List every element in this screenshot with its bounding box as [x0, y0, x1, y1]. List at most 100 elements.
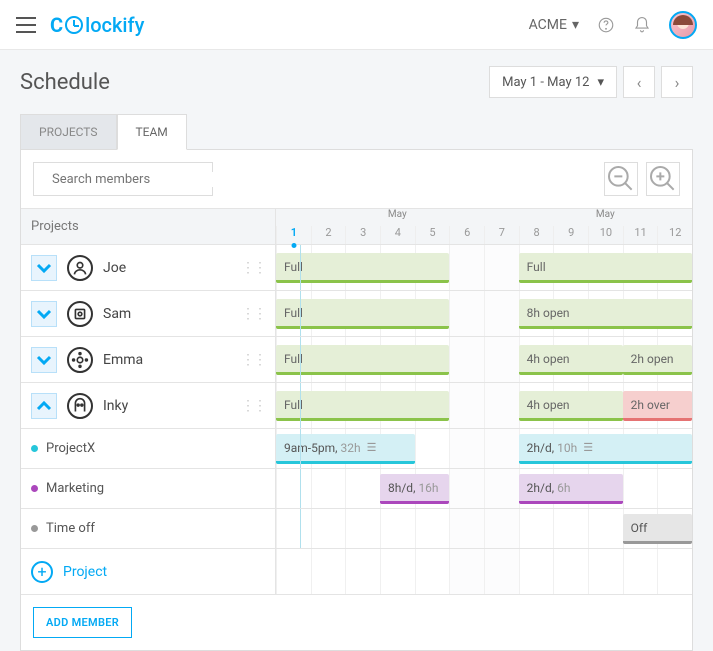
bar-label: 9am-5pm,	[284, 441, 337, 455]
page-header: Schedule May 1 - May 12 ▾ ‹ ›	[0, 50, 713, 114]
timeline[interactable]: 9am-5pm, 32h☰ 2h/d, 10h ☰	[276, 429, 692, 468]
member-icon	[67, 301, 93, 327]
logo-c: C	[50, 13, 63, 37]
topbar: Clockify ACME ▾	[0, 0, 713, 50]
today-line	[300, 383, 301, 428]
member-name: Sam	[103, 306, 131, 322]
today-line	[300, 291, 301, 336]
timeline[interactable]: Off	[276, 509, 692, 548]
today-line	[300, 469, 301, 508]
date-range-picker[interactable]: May 1 - May 12 ▾	[489, 66, 617, 98]
tab-team[interactable]: TEAM	[117, 114, 187, 150]
bar-label: 8h open	[527, 306, 570, 320]
project-name: Time off	[46, 521, 95, 536]
schedule-bar[interactable]: 2h over	[623, 391, 692, 421]
schedule-bar[interactable]: Full	[276, 345, 449, 375]
collapse-button[interactable]	[31, 393, 57, 419]
project-name: ProjectX	[46, 441, 95, 456]
drag-handle[interactable]: ⋮⋮	[241, 398, 265, 414]
member-icon	[67, 255, 93, 281]
expand-button[interactable]	[31, 301, 57, 327]
bar-label: 4h open	[527, 352, 570, 366]
bar-label: 2h open	[631, 352, 674, 366]
today-line	[300, 509, 301, 548]
schedule-bar[interactable]: 8h open	[519, 299, 692, 329]
member-side: Sam ⋮⋮	[21, 291, 276, 336]
timeline[interactable]: 8h/d, 16h 2h/d, 6h	[276, 469, 692, 508]
schedule-bar[interactable]: 2h/d, 10h ☰	[519, 434, 692, 464]
today-line	[300, 337, 301, 382]
schedule-bar[interactable]: 2h/d, 6h	[519, 474, 623, 504]
day-header: 1	[276, 226, 311, 244]
project-row: Marketing 8h/d, 16h 2h/d, 6h	[21, 469, 692, 509]
member-name: Joe	[103, 260, 126, 276]
schedule-bar[interactable]: Full	[519, 253, 692, 283]
add-project-button[interactable]: + Project	[21, 549, 276, 594]
timeline[interactable]: Full 4h open 2h open	[276, 337, 692, 382]
date-controls: May 1 - May 12 ▾ ‹ ›	[489, 66, 693, 98]
next-button[interactable]: ›	[661, 66, 693, 98]
member-row: Emma⋮⋮Full 4h open 2h open	[21, 337, 692, 383]
zoom-controls	[604, 162, 680, 196]
timeline[interactable]: Full 8h open	[276, 291, 692, 336]
avatar[interactable]	[669, 11, 697, 39]
prev-button[interactable]: ‹	[623, 66, 655, 98]
zoom-in-button[interactable]	[646, 162, 680, 196]
schedule-bar[interactable]: 4h open	[519, 391, 623, 421]
schedule-bar[interactable]: 9am-5pm, 32h☰	[276, 434, 415, 464]
project-side: Time off	[21, 509, 276, 548]
schedule-bar[interactable]: Full	[276, 253, 449, 283]
calendar-header: MayMay 123456789101112	[276, 209, 692, 244]
timeline[interactable]: Full Full	[276, 245, 692, 290]
member-side: Emma⋮⋮	[21, 337, 276, 382]
project-side: Marketing	[21, 469, 276, 508]
bell-icon[interactable]	[633, 16, 651, 34]
project-side: ProjectX	[21, 429, 276, 468]
schedule-bar[interactable]: 2h open	[623, 345, 692, 375]
day-header: 11	[623, 226, 658, 244]
drag-handle[interactable]: ⋮⋮	[241, 352, 265, 368]
bar-label: Off	[631, 521, 648, 535]
day-header: 5	[415, 226, 450, 244]
expand-button[interactable]	[31, 255, 57, 281]
project-color-dot	[31, 485, 38, 492]
member-icon	[67, 393, 93, 419]
logo[interactable]: Clockify	[50, 13, 144, 37]
toolbar	[21, 150, 692, 208]
page-title: Schedule	[20, 70, 110, 95]
day-header: 12	[657, 226, 692, 244]
menu-icon[interactable]	[16, 17, 36, 33]
schedule-bar[interactable]: Full	[276, 391, 449, 421]
schedule-bar[interactable]: 4h open	[519, 345, 623, 375]
day-header: 2	[311, 226, 346, 244]
search-field[interactable]	[52, 172, 218, 187]
add-member-button[interactable]: ADD MEMBER	[33, 607, 132, 638]
today-line	[300, 429, 301, 468]
schedule-bar[interactable]: 8h/d, 16h	[380, 474, 449, 504]
member-row: Inky⋮⋮Full4h open2h over	[21, 383, 692, 429]
month-label: May	[276, 209, 519, 225]
day-header: 10	[588, 226, 623, 244]
note-icon: ☰	[583, 441, 593, 454]
timeline-empty	[276, 549, 692, 594]
bar-sublabel: 10h	[557, 441, 577, 455]
bar-label: 8h/d,	[388, 481, 415, 495]
drag-handle[interactable]: ⋮⋮	[241, 260, 265, 276]
drag-handle[interactable]: ⋮⋮	[241, 306, 265, 322]
side-header: Projects	[21, 209, 276, 244]
help-icon[interactable]	[597, 16, 615, 34]
timeline[interactable]: Full 4h open2h over	[276, 383, 692, 428]
bar-sublabel: 16h	[418, 481, 438, 495]
workspace-dropdown[interactable]: ACME ▾	[529, 17, 579, 33]
zoom-out-button[interactable]	[604, 162, 638, 196]
schedule-bar[interactable]: Off	[623, 514, 692, 544]
tab-projects[interactable]: PROJECTS	[20, 114, 117, 149]
month-label: May	[519, 209, 692, 225]
project-color-dot	[31, 525, 38, 532]
expand-button[interactable]	[31, 347, 57, 373]
bar-label: 2h/d,	[527, 441, 554, 455]
logo-text: lockify	[85, 13, 144, 37]
schedule-bar[interactable]: Full	[276, 299, 449, 329]
day-header: 3	[345, 226, 380, 244]
search-input[interactable]	[33, 162, 213, 196]
